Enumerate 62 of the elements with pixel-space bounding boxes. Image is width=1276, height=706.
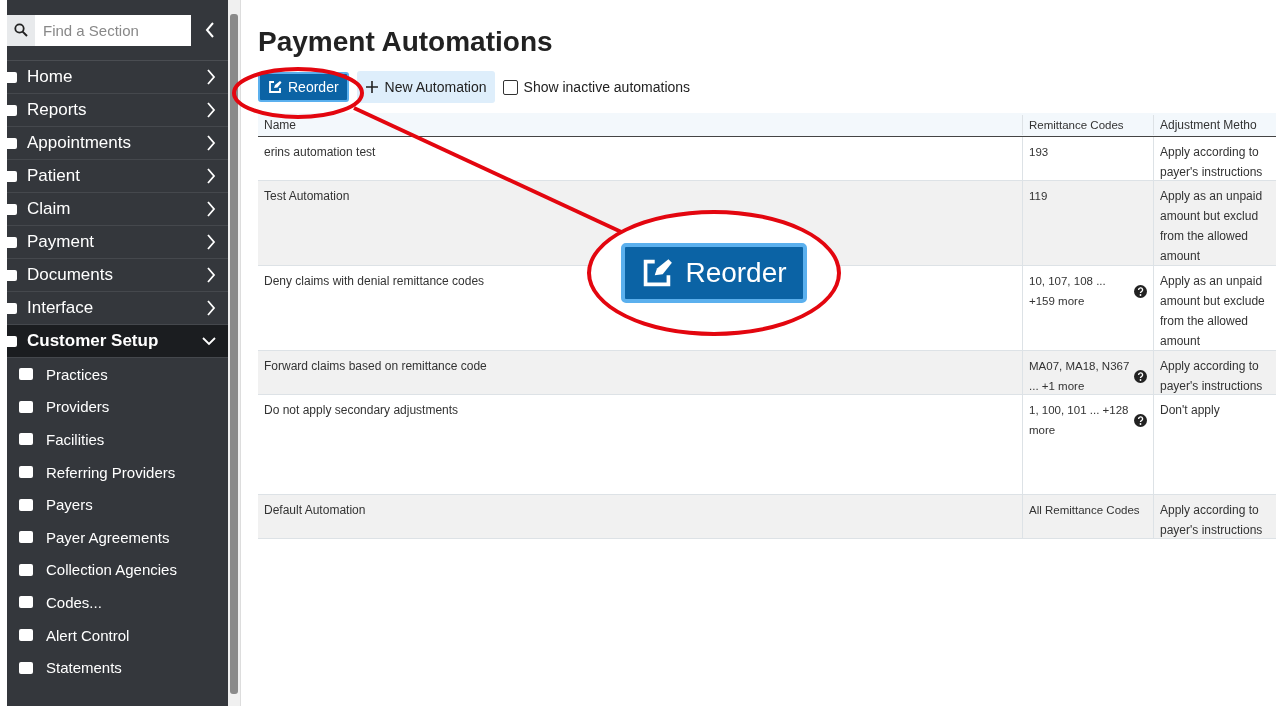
nav-item[interactable]: Home — [7, 61, 228, 94]
table-cell-text: Don't apply — [1159, 402, 1221, 419]
chevron-right-icon — [206, 69, 216, 85]
checkbox[interactable] — [502, 79, 518, 95]
nav-subitem[interactable]: Referring Providers — [7, 455, 228, 489]
table-cell: Forward claims based on remittance code — [258, 351, 1023, 394]
table-cell-text: Apply as an unpaid amount but exclud from the allowed amount — [1159, 188, 1264, 265]
new-automation-button[interactable]: New Automation — [356, 71, 495, 103]
collapse-icon[interactable] — [205, 22, 215, 38]
nav-subitem[interactable]: Providers — [7, 390, 228, 424]
table-cell: erins automation test — [258, 137, 1023, 180]
table-cell-text: 193 — [1029, 145, 1050, 160]
column-header: Name — [258, 114, 1023, 135]
chevron-right-icon — [206, 201, 216, 217]
edit-icon — [641, 257, 674, 289]
nav-item[interactable]: Payment — [7, 226, 228, 259]
chevron-right-icon — [206, 300, 216, 316]
table-cell-text: 10, 107, 108 ... +159 more — [1029, 274, 1107, 309]
search-field[interactable]: Find a Section — [7, 14, 191, 46]
plus-icon — [364, 80, 379, 94]
column-header: Remittance Codes — [1023, 114, 1154, 135]
nav-subitem[interactable]: Payers — [7, 488, 228, 521]
table-cell-text: Apply according to payer's instructions — [1159, 144, 1264, 180]
table-cell-text: 119 — [1029, 189, 1049, 204]
table-cell: Default Automation — [258, 495, 1023, 538]
checkbox-label: Show inactive automations — [523, 79, 691, 95]
table-cell: Do not apply secondary adjustments — [258, 395, 1023, 494]
scrollbar[interactable] — [228, 0, 240, 706]
table-cell-text: 1, 100, 101 ... +128 more — [1029, 403, 1130, 438]
page-title: Payment Automations — [258, 26, 554, 58]
nav-subitem[interactable]: Facilities — [7, 423, 228, 456]
help-icon[interactable] — [1134, 414, 1147, 427]
chevron-right-icon — [206, 102, 216, 118]
nav-item[interactable]: Appointments — [7, 127, 228, 160]
edit-icon — [268, 80, 282, 94]
column-header: Adjustment Metho — [1159, 116, 1258, 134]
chevron-down-icon — [202, 336, 216, 346]
help-icon[interactable] — [1134, 370, 1147, 383]
nav-subitem[interactable]: Statements — [7, 651, 228, 684]
chevron-right-icon — [206, 234, 216, 250]
help-icon[interactable] — [1134, 285, 1147, 298]
nav-item[interactable]: Reports — [7, 94, 228, 127]
nav-subitem[interactable]: Payer Agreements — [7, 520, 228, 554]
nav-subitem[interactable]: Codes... — [7, 586, 228, 619]
nav-subitem[interactable]: Alert Control — [7, 618, 228, 652]
table-cell-text: Apply as an unpaid amount but exclude from the allowed amount — [1159, 273, 1266, 350]
nav-item[interactable]: Claim — [7, 193, 228, 226]
nav-subitem[interactable]: Practices — [7, 358, 228, 391]
chevron-right-icon — [206, 135, 216, 151]
nav-item[interactable]: Documents — [7, 259, 228, 292]
table-cell-text: Apply according to payer's instructions — [1159, 358, 1264, 394]
table-cell-text: Apply according to payer's instructions — [1159, 502, 1264, 538]
chevron-right-icon — [206, 267, 216, 283]
reorder-button[interactable]: Reorder — [258, 72, 349, 102]
search-input[interactable]: Find a Section — [35, 20, 185, 40]
search-icon — [14, 23, 28, 37]
chevron-right-icon — [206, 168, 216, 184]
nav-item[interactable]: Customer Setup — [7, 325, 228, 358]
table-cell-text: MA07, MA18, N367 ... +1 more — [1029, 359, 1131, 394]
nav-subitem[interactable]: Collection Agencies — [7, 553, 228, 587]
table-cell-text: All Remittance Codes — [1029, 503, 1141, 518]
nav-item[interactable]: Patient — [7, 160, 228, 193]
